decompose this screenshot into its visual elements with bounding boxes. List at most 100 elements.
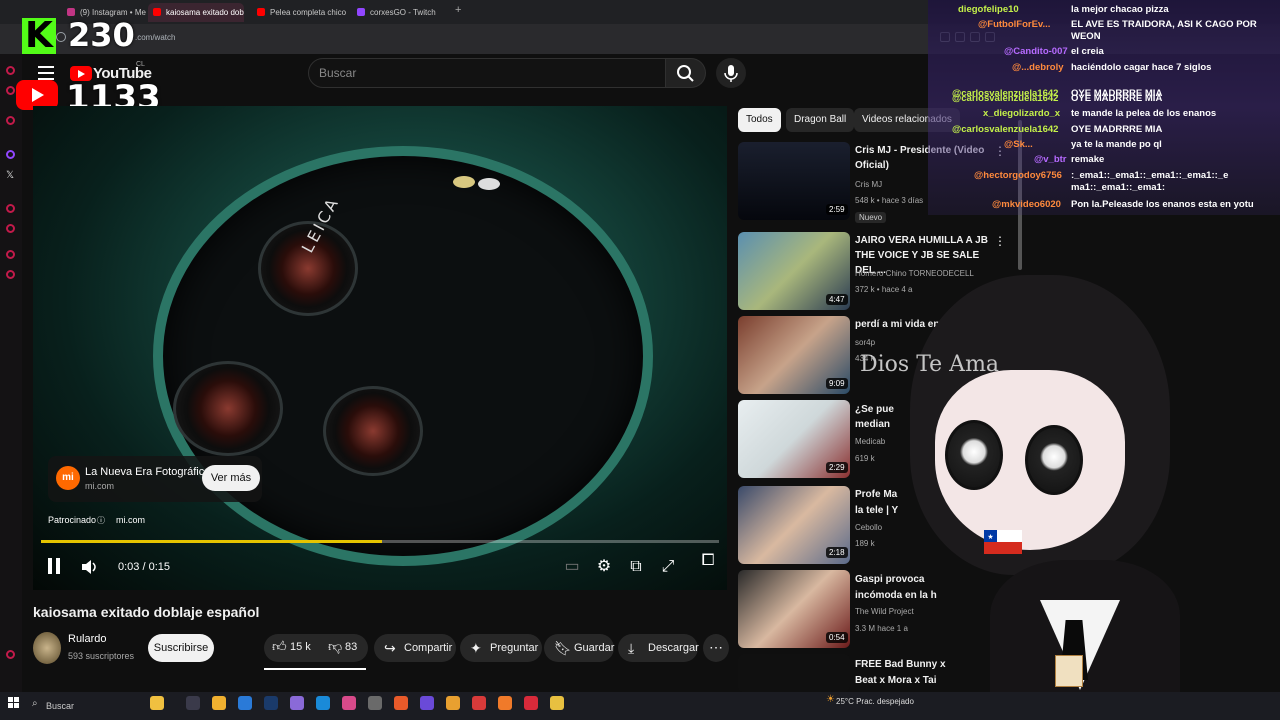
subscribe-button[interactable]: Suscribirse	[148, 634, 214, 662]
twitch-dock-icon[interactable]	[6, 150, 15, 159]
weather-text[interactable]: 25°C Prac. despejado	[836, 697, 914, 706]
windows-start-icon[interactable]	[8, 697, 20, 709]
copilot-icon[interactable]	[150, 696, 164, 710]
left-sidebar-dock: 𝕏	[0, 54, 22, 692]
rec-channel[interactable]: The Wild Project	[855, 607, 914, 616]
app-icon[interactable]	[342, 696, 356, 710]
more-actions-button[interactable]: ⋯	[703, 634, 729, 662]
dock-icon[interactable]	[6, 66, 15, 75]
dock-icon[interactable]	[6, 86, 15, 95]
reload-icon[interactable]	[56, 32, 66, 42]
dock-icon[interactable]	[6, 270, 15, 279]
opera-icon[interactable]	[524, 696, 538, 710]
chat-message: :_ema1::_ema1::_ema1::_ema1::_e	[1071, 170, 1229, 181]
chrome-icon[interactable]	[446, 696, 460, 710]
chip-dragon-ball[interactable]: Dragon Ball	[786, 108, 855, 132]
app-icon[interactable]	[550, 696, 564, 710]
download-button[interactable]: ⤓ Descargar	[618, 634, 699, 662]
rec-title-line2[interactable]: incómoda en la h	[855, 588, 995, 603]
dock-icon[interactable]	[6, 116, 15, 125]
file-explorer-icon[interactable]	[212, 696, 226, 710]
info-icon[interactable]: ⓘ	[97, 515, 105, 526]
chat-username[interactable]: @Candito-007	[1004, 46, 1068, 57]
search-icon	[677, 65, 694, 82]
settings-gear-icon[interactable]: ⚙	[593, 556, 615, 578]
edge-icon[interactable]	[316, 696, 330, 710]
app-icon[interactable]	[368, 696, 382, 710]
app-icon[interactable]	[264, 696, 278, 710]
dock-icon[interactable]	[6, 204, 15, 213]
rec-title-line2[interactable]: Beat x Mora x Tai	[855, 673, 995, 688]
flash-light	[453, 176, 475, 188]
chat-message: WEON	[1071, 31, 1101, 42]
like-count[interactable]: 15 k	[290, 641, 311, 653]
rec-channel[interactable]: Cebollo	[855, 523, 882, 532]
app-icon[interactable]	[394, 696, 408, 710]
url-text[interactable]: .com/watch	[135, 33, 175, 42]
rec-title[interactable]: Gaspi provoca	[855, 572, 995, 587]
rec-title[interactable]: JAIRO VERA HUMILLA A JB	[855, 233, 995, 248]
thumbs-down-icon[interactable]: 👎︎	[328, 638, 342, 655]
ad-cta-button[interactable]: Ver más	[202, 465, 260, 491]
bookmark-icon: 🔖︎	[554, 640, 572, 656]
subtitles-icon[interactable]: ▭	[561, 556, 583, 578]
tab-twitch[interactable]: corxesGO - Twitch	[352, 3, 448, 22]
chat-username[interactable]: diegofelipe10	[958, 4, 1019, 15]
voice-search-button[interactable]	[716, 58, 746, 88]
chat-username[interactable]: @Sk...	[1004, 139, 1033, 150]
share-icon: ↪	[384, 640, 396, 656]
chat-username[interactable]: @...debroly	[1012, 62, 1064, 73]
sparkle-icon: ✦	[470, 640, 482, 656]
rec-more-icon[interactable]: ⋮	[994, 234, 1006, 248]
chat-username[interactable]: @carlosvalenzuela1642	[952, 124, 1058, 135]
hamburger-menu-icon[interactable]	[38, 66, 54, 80]
chat-message: OYE MADRRRE MIA	[1071, 93, 1163, 104]
camera-module-image	[153, 146, 653, 566]
thumbs-up-icon[interactable]: 👍︎	[272, 638, 287, 655]
theater-mode-icon[interactable]: ⧠	[697, 550, 719, 572]
rec-channel[interactable]: Medicab	[855, 437, 885, 446]
channel-avatar[interactable]	[33, 632, 61, 664]
rec-duration: 2:29	[826, 462, 848, 473]
pause-button[interactable]	[46, 558, 62, 576]
ad-url: mi.com	[85, 481, 114, 491]
rec-channel[interactable]: sor4p	[855, 338, 875, 347]
new-tab-button[interactable]: +	[455, 4, 461, 16]
volume-button[interactable]	[80, 558, 98, 576]
chat-username[interactable]: @mkvideo6020	[992, 199, 1061, 210]
x-dock-icon[interactable]: 𝕏	[6, 170, 14, 181]
tab-youtube-2[interactable]: Pelea completa chico	[252, 3, 348, 22]
app-icon[interactable]	[472, 696, 486, 710]
chat-username[interactable]: x_diegolizardo_x	[983, 108, 1060, 119]
chip-all[interactable]: Todos	[738, 108, 781, 132]
share-button[interactable]: ↪ Compartir	[374, 634, 456, 662]
rec-channel[interactable]: Cris MJ	[855, 180, 882, 189]
fullscreen-icon[interactable]: ⤢	[657, 556, 679, 578]
rec-channel[interactable]: Homero Chino TORNEODECELL	[855, 269, 974, 278]
tab-youtube-active[interactable]: kaiosama exitado dob	[148, 3, 244, 22]
task-view-icon[interactable]	[186, 696, 200, 710]
search-input[interactable]: Buscar	[308, 58, 666, 88]
ad-title[interactable]: La Nueva Era Fotográfica	[85, 466, 210, 478]
sponsor-url[interactable]: mi.com	[116, 515, 145, 525]
dock-icon[interactable]	[6, 650, 15, 659]
save-button[interactable]: 🔖︎ Guardar	[544, 634, 614, 662]
app-icon[interactable]	[420, 696, 434, 710]
dock-icon[interactable]	[6, 224, 15, 233]
app-icon[interactable]	[238, 696, 252, 710]
rec-duration: 0:54	[826, 632, 848, 643]
chat-username[interactable]: @v_btr	[1034, 154, 1067, 165]
channel-name[interactable]: Rulardo	[68, 633, 107, 645]
app-icon[interactable]	[290, 696, 304, 710]
chat-username[interactable]: @carlosvalenzuela1642	[952, 93, 1058, 104]
miniplayer-icon[interactable]: ⧉	[625, 556, 647, 578]
ask-button[interactable]: ✦ Preguntar	[460, 634, 542, 662]
chat-username[interactable]: @FutbolForEv...	[978, 19, 1050, 30]
chat-username[interactable]: @hectorgodoy6756	[974, 170, 1062, 181]
rec-thumbnail[interactable]	[738, 654, 850, 692]
app-icon[interactable]	[498, 696, 512, 710]
search-button[interactable]	[666, 58, 706, 88]
dislike-count[interactable]: 83	[345, 641, 357, 653]
dock-icon[interactable]	[6, 250, 15, 259]
rec-title[interactable]: FREE Bad Bunny x	[855, 657, 995, 672]
